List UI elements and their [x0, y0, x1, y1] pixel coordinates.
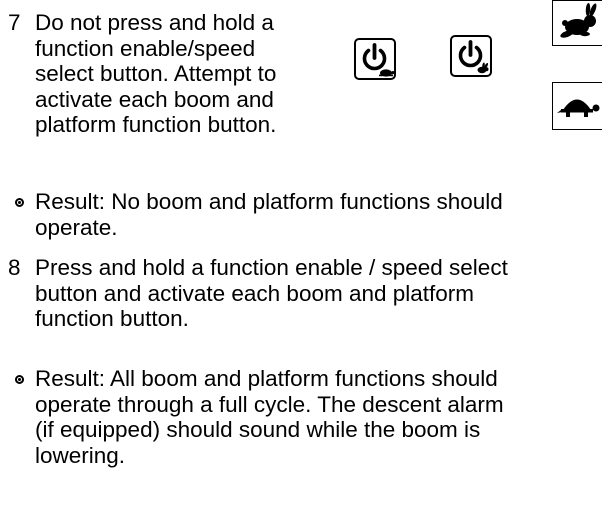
- step-line: button and activate each boom and platfo…: [35, 280, 475, 306]
- step-number: 8: [8, 255, 21, 280]
- rabbit-icon: [560, 3, 597, 38]
- step-7: 7 Do not press and hold a function enabl…: [8, 10, 276, 138]
- function-enable-slow-button: [354, 38, 396, 80]
- result-line: lowering.: [35, 442, 126, 468]
- result-line: Result: No boom and platform functions s…: [35, 189, 503, 214]
- step-number: 7: [8, 10, 21, 35]
- step-line: function enable/speed: [35, 35, 256, 61]
- power-rabbit-icon: [458, 40, 489, 74]
- result-bullet-icon: [15, 198, 24, 207]
- result-bullet-icon: [15, 375, 24, 384]
- rabbit-speed-indicator: [552, 0, 602, 46]
- step-line: activate each boom and: [35, 86, 274, 112]
- result-line: operate through a full cycle. The descen…: [35, 391, 504, 417]
- step-line: function button.: [35, 306, 189, 331]
- step-8: 8 Press and hold a function enable / spe…: [8, 255, 508, 332]
- result-line: Result: All boom and platform functions …: [35, 366, 498, 391]
- result-all-functions: Result: All boom and platform functions …: [35, 366, 504, 468]
- step-text: Do not press and hold a function enable/…: [35, 10, 276, 138]
- result-line: operate.: [35, 214, 118, 240]
- turtle-icon: [557, 99, 600, 117]
- step-line: select button. Attempt to: [35, 61, 277, 86]
- step-text: Press and hold a function enable / speed…: [35, 255, 508, 332]
- function-enable-fast-button: [450, 35, 492, 77]
- step-line: platform function button.: [35, 112, 277, 137]
- result-no-functions: Result: No boom and platform functions s…: [35, 189, 503, 240]
- result-line: (if equipped) should sound while the boo…: [35, 417, 481, 442]
- power-turtle-icon: [362, 43, 395, 77]
- step-line: Do not press and hold a: [35, 10, 274, 35]
- step-line: Press and hold a function enable / speed…: [35, 255, 508, 280]
- turtle-speed-indicator: [552, 82, 602, 130]
